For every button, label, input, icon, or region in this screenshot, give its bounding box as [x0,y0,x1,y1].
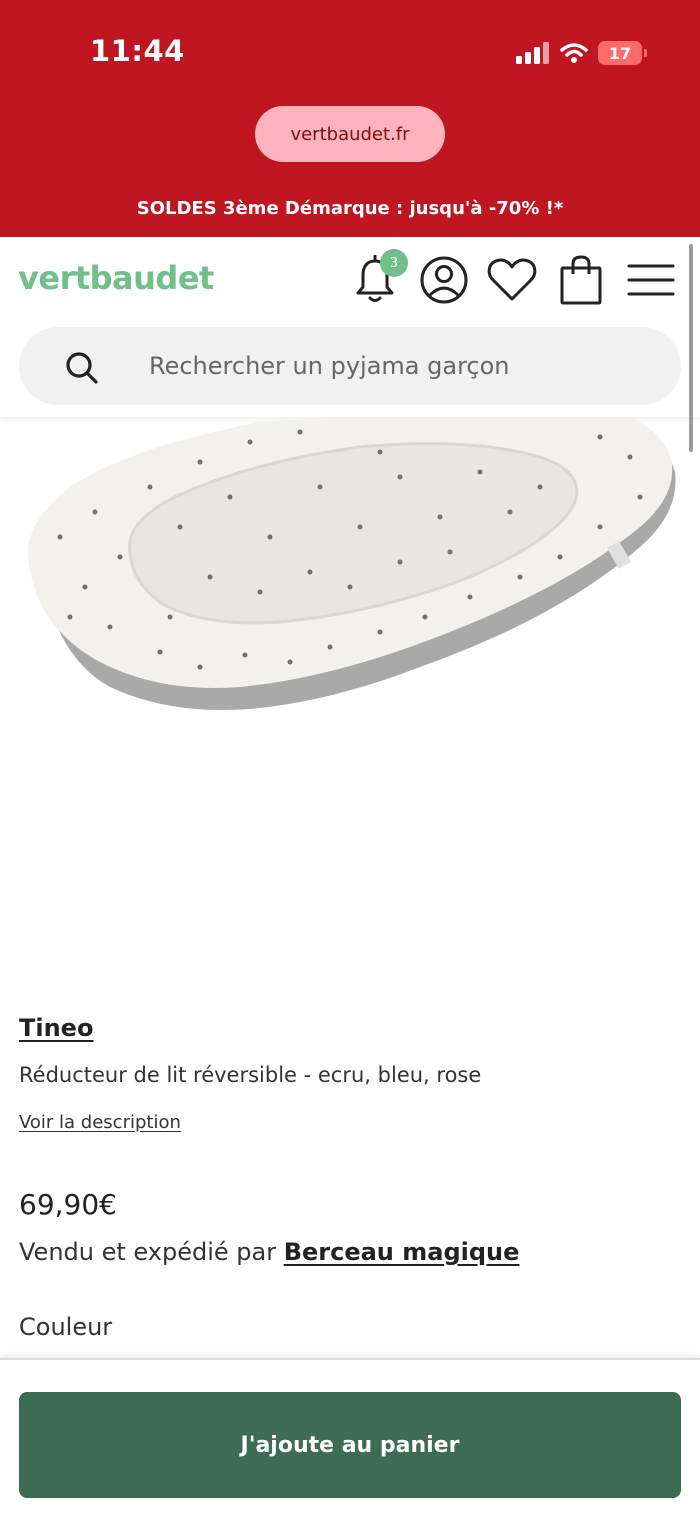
account-icon [420,256,468,304]
site-logo[interactable]: vertbaudet [18,259,214,297]
menu-button[interactable] [624,253,678,307]
color-label: Couleur [19,1313,113,1341]
product-image[interactable] [0,417,700,727]
url-text: vertbaudet.fr [290,123,410,145]
top-banner: 11:44 17 vertbaudet.fr SOLDES 3ème Démar… [0,0,700,237]
battery-indicator: 17 [598,41,647,65]
account-button[interactable] [417,253,471,307]
cart-button[interactable] [554,253,608,307]
shopping-bag-icon [560,255,602,305]
status-time: 11:44 [90,34,185,68]
wishlist-button[interactable] [485,253,539,307]
seller-info: Vendu et expédié par Berceau magique [19,1238,519,1266]
promo-banner[interactable]: SOLDES 3ème Démarque : jusqu'à -70% !* [0,198,700,219]
search-icon[interactable] [65,351,99,385]
view-description-link[interactable]: Voir la description [19,1112,181,1133]
notification-badge: 3 [380,249,408,277]
url-bar[interactable]: vertbaudet.fr [255,106,445,162]
heart-icon [487,258,537,301]
bottom-action-bar: J'ajoute au panier [0,1358,700,1515]
wifi-icon [560,43,588,63]
add-to-cart-button[interactable]: J'ajoute au panier [19,1392,681,1498]
battery-level: 17 [608,43,632,63]
signal-icon [516,42,549,64]
site-header: vertbaudet [0,237,700,417]
product-name: Réducteur de lit réversible - ecru, bleu… [19,1063,482,1087]
search-input[interactable] [149,341,649,391]
seller-name-link[interactable]: Berceau magique [284,1238,520,1266]
seller-prefix: Vendu et expédié par [19,1238,277,1266]
product-price: 69,90€ [19,1188,117,1221]
search-bar[interactable] [19,327,681,405]
product-brand-link[interactable]: Tineo [19,1014,93,1042]
status-icons: 17 [516,40,647,66]
menu-icon [627,264,675,296]
